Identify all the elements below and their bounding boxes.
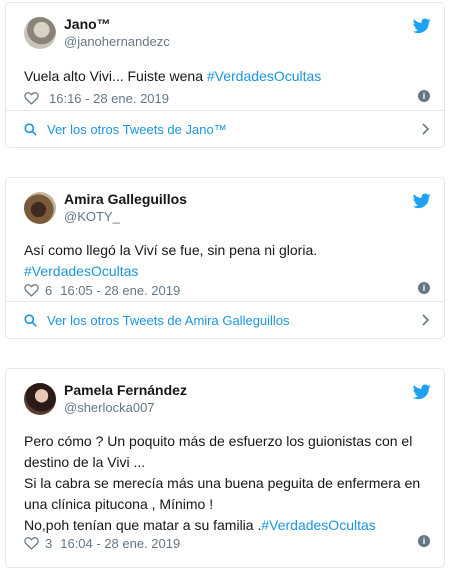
avatar[interactable] — [24, 17, 56, 49]
author-name[interactable]: Amira Galleguillos — [64, 191, 187, 207]
twitter-bird-icon[interactable] — [413, 18, 431, 34]
tweet-text: Así como llegó la Viví se fue, sin pena … — [24, 240, 430, 282]
tweet-meta: 16:16 - 28 ene. 2019 i — [24, 89, 430, 107]
chevron-right-icon — [422, 123, 430, 135]
heart-icon[interactable] — [24, 536, 39, 550]
tweet-card: Pamela Fernández @sherlocka007 Pero cómo… — [5, 368, 445, 568]
more-tweets-link[interactable]: Ver los otros Tweets de Jano™ — [6, 110, 444, 147]
twitter-bird-icon[interactable] — [413, 193, 431, 209]
avatar[interactable] — [24, 383, 56, 415]
tweet-meta: 3 16:04 - 28 ene. 2019 i — [24, 534, 430, 552]
hashtag-link[interactable]: #VerdadesOcultas — [207, 68, 321, 84]
info-icon[interactable]: i — [418, 535, 430, 547]
author-handle[interactable]: @sherlocka007 — [64, 400, 155, 415]
heart-icon[interactable] — [24, 91, 39, 105]
chevron-right-icon — [422, 314, 430, 326]
tweet-text-plain: Vuela alto Vivi... Fuiste wena — [24, 68, 207, 84]
tweet-timestamp[interactable]: 16:05 - 28 ene. 2019 — [60, 283, 180, 298]
tweet-text-line: una clínica pitucona , Mínimo ! — [24, 496, 214, 512]
info-icon[interactable]: i — [418, 90, 430, 102]
heart-icon[interactable] — [24, 283, 39, 297]
hashtag-link[interactable]: #VerdadesOcultas — [261, 517, 375, 533]
tweet-text: Vuela alto Vivi... Fuiste wena #Verdades… — [24, 66, 430, 87]
author-name[interactable]: Jano™ — [64, 16, 111, 32]
avatar[interactable] — [24, 192, 56, 224]
more-tweets-label: Ver los otros Tweets de Amira Galleguill… — [47, 312, 290, 328]
tweet-meta: 6 16:05 - 28 ene. 2019 i — [24, 281, 430, 299]
tweet-text-plain: No,poh tenían que matar a su familia . — [24, 517, 262, 533]
more-tweets-label: Ver los otros Tweets de Jano™ — [47, 121, 227, 137]
tweet-text-line: No,poh tenían que matar a su familia .#V… — [24, 515, 430, 536]
hashtag-link[interactable]: #VerdadesOcultas — [24, 261, 430, 282]
tweet-text: Pero cómo ? Un poquito más de esfuerzo l… — [24, 431, 430, 536]
like-count[interactable]: 6 — [45, 283, 52, 298]
tweet-card: Jano™ @janohernandezc Vuela alto Vivi...… — [5, 2, 445, 148]
search-icon — [24, 122, 37, 136]
author-handle[interactable]: @KOTY_ — [64, 209, 120, 224]
twitter-bird-icon[interactable] — [413, 384, 431, 400]
tweet-text-line: Así como llegó la Viví se fue, sin pena … — [24, 242, 318, 258]
tweet-timestamp[interactable]: 16:04 - 28 ene. 2019 — [60, 536, 180, 551]
tweet-timestamp[interactable]: 16:16 - 28 ene. 2019 — [49, 91, 169, 106]
like-count[interactable]: 3 — [45, 536, 52, 551]
tweet-text-line: Pero cómo ? Un poquito más de esfuerzo l… — [24, 433, 413, 449]
author-name[interactable]: Pamela Fernández — [64, 382, 187, 398]
tweet-text-line: Si la cabra se merecía más una buena peg… — [24, 475, 421, 491]
more-tweets-link[interactable]: Ver los otros Tweets de Amira Galleguill… — [6, 301, 444, 338]
info-icon[interactable]: i — [418, 282, 430, 294]
tweet-card: Amira Galleguillos @KOTY_ Así como llegó… — [5, 177, 445, 339]
tweet-text-line: destino de la Vivi ... — [24, 454, 146, 470]
search-icon — [24, 313, 37, 327]
author-handle[interactable]: @janohernandezc — [64, 34, 170, 49]
